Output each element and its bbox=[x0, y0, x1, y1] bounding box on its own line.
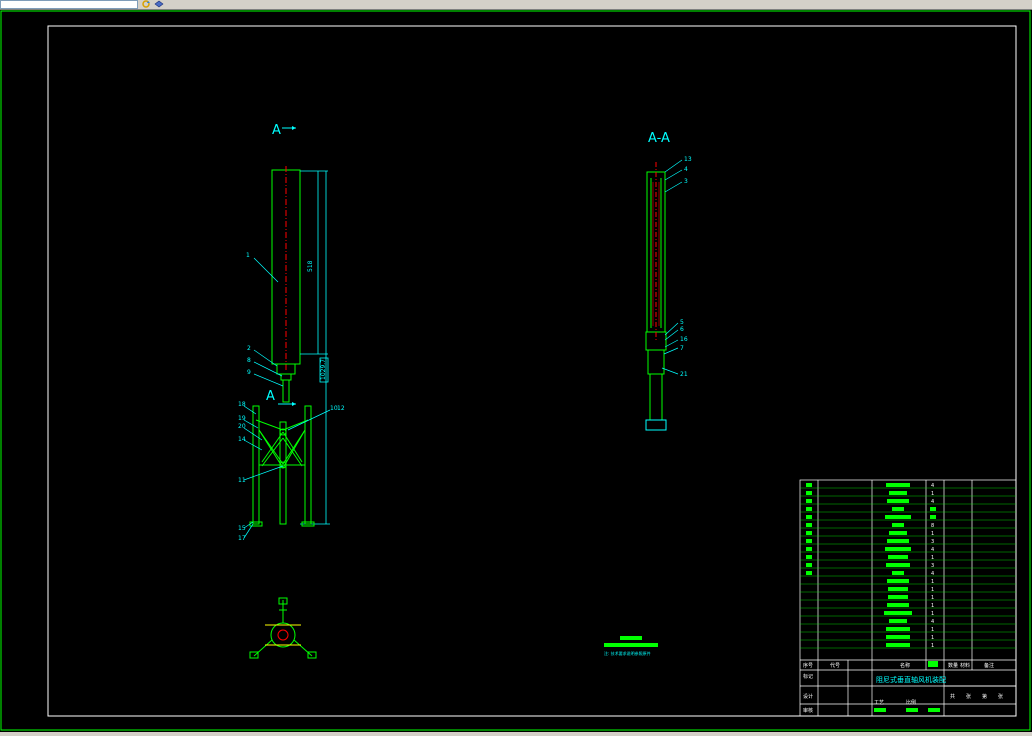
sheet-inner-border bbox=[47, 25, 1017, 717]
svg-text:4: 4 bbox=[931, 483, 934, 489]
top-view bbox=[249, 597, 317, 659]
svg-text:第: 第 bbox=[982, 693, 987, 700]
svg-text:1: 1 bbox=[931, 611, 934, 617]
sheet-outer-frame bbox=[0, 10, 1031, 731]
balloon-21: 21 bbox=[680, 371, 688, 378]
refresh-icon[interactable] bbox=[141, 0, 151, 8]
svg-text:1: 1 bbox=[931, 595, 934, 601]
drawing-title: 阻尼式垂直轴风机装配 bbox=[876, 675, 946, 684]
note-text: 注: 技术要求说明参照原件 bbox=[604, 650, 651, 656]
svg-text:共: 共 bbox=[950, 693, 955, 700]
balloon-16: 16 bbox=[680, 336, 688, 343]
view-marker-bottom: A bbox=[266, 389, 275, 404]
dim-height-label: 518 bbox=[307, 260, 314, 272]
svg-text:数量: 数量 bbox=[948, 662, 958, 669]
dim-total-label: 1029.7 bbox=[320, 359, 327, 380]
section-title: A-A bbox=[648, 131, 670, 146]
balloon-6: 6 bbox=[680, 326, 684, 333]
svg-text:代号: 代号 bbox=[830, 662, 840, 669]
balloon-11: 11 bbox=[238, 477, 246, 484]
bom-header: 序号 代号 名称 数量 材料 备注 bbox=[803, 662, 994, 669]
svg-text:1: 1 bbox=[931, 635, 934, 641]
balloon-14: 14 bbox=[238, 436, 246, 443]
balloon-20: 20 bbox=[238, 423, 246, 430]
balloon-17: 17 bbox=[238, 535, 246, 542]
svg-text:序号: 序号 bbox=[803, 662, 813, 669]
balloon-13: 13 bbox=[684, 156, 692, 163]
svg-text:张: 张 bbox=[998, 693, 1003, 700]
balloon-15: 15 bbox=[238, 525, 246, 532]
bom-row-lines bbox=[800, 487, 1016, 649]
svg-text:4: 4 bbox=[931, 619, 934, 625]
svg-text:名称: 名称 bbox=[900, 662, 910, 669]
svg-text:4: 4 bbox=[931, 547, 934, 553]
balloon-3: 3 bbox=[684, 178, 688, 185]
svg-text:8: 8 bbox=[931, 523, 934, 529]
svg-text:张: 张 bbox=[966, 693, 971, 700]
balloon-2: 2 bbox=[247, 345, 251, 352]
svg-text:设计: 设计 bbox=[803, 693, 813, 700]
layer-icon[interactable] bbox=[154, 0, 164, 8]
svg-text:材料: 材料 bbox=[960, 662, 970, 669]
svg-text:3: 3 bbox=[931, 539, 934, 545]
svg-text:1: 1 bbox=[931, 587, 934, 593]
svg-text:1: 1 bbox=[931, 627, 934, 633]
svg-text:工艺: 工艺 bbox=[874, 700, 884, 706]
svg-text:1: 1 bbox=[931, 603, 934, 609]
view-marker-top: A bbox=[272, 123, 281, 138]
balloon-4: 4 bbox=[684, 166, 688, 173]
command-field[interactable] bbox=[0, 0, 138, 9]
svg-text:标记: 标记 bbox=[803, 673, 813, 680]
balloon-9: 9 bbox=[247, 369, 251, 376]
svg-text:1: 1 bbox=[931, 643, 934, 649]
svg-text:3: 3 bbox=[931, 563, 934, 569]
balloon-19: 19 bbox=[238, 415, 246, 422]
technical-note: 注: 技术要求说明参照原件 bbox=[604, 636, 658, 656]
svg-text:备注: 备注 bbox=[984, 662, 994, 669]
svg-text:比例: 比例 bbox=[906, 699, 916, 706]
svg-text:4: 4 bbox=[931, 499, 934, 505]
balloon-18: 18 bbox=[238, 401, 246, 408]
status-bar bbox=[0, 732, 1032, 736]
balloon-7: 7 bbox=[680, 345, 684, 352]
balloon-8: 8 bbox=[247, 357, 251, 364]
balloon-1: 1 bbox=[246, 252, 250, 259]
toolbar bbox=[0, 0, 1032, 10]
svg-text:1: 1 bbox=[931, 531, 934, 537]
svg-text:审核: 审核 bbox=[803, 707, 813, 714]
svg-text:4: 4 bbox=[931, 571, 934, 577]
svg-text:1: 1 bbox=[931, 491, 934, 497]
balloon-5: 5 bbox=[680, 319, 684, 326]
balloon-12: 12 bbox=[337, 405, 345, 412]
drawing-canvas[interactable]: A 518 1029.7 A 1 2 8 9 18 19 20 14 10 12… bbox=[0, 10, 1032, 732]
svg-text:1: 1 bbox=[931, 555, 934, 561]
section-view: A-A 13 4 3 5 6 16 7 21 bbox=[645, 131, 692, 431]
front-view: A 518 1029.7 A 1 2 8 9 18 19 20 14 10 12… bbox=[238, 123, 345, 542]
cad-drawing: A 518 1029.7 A 1 2 8 9 18 19 20 14 10 12… bbox=[0, 10, 1031, 731]
svg-text:1: 1 bbox=[931, 579, 934, 585]
